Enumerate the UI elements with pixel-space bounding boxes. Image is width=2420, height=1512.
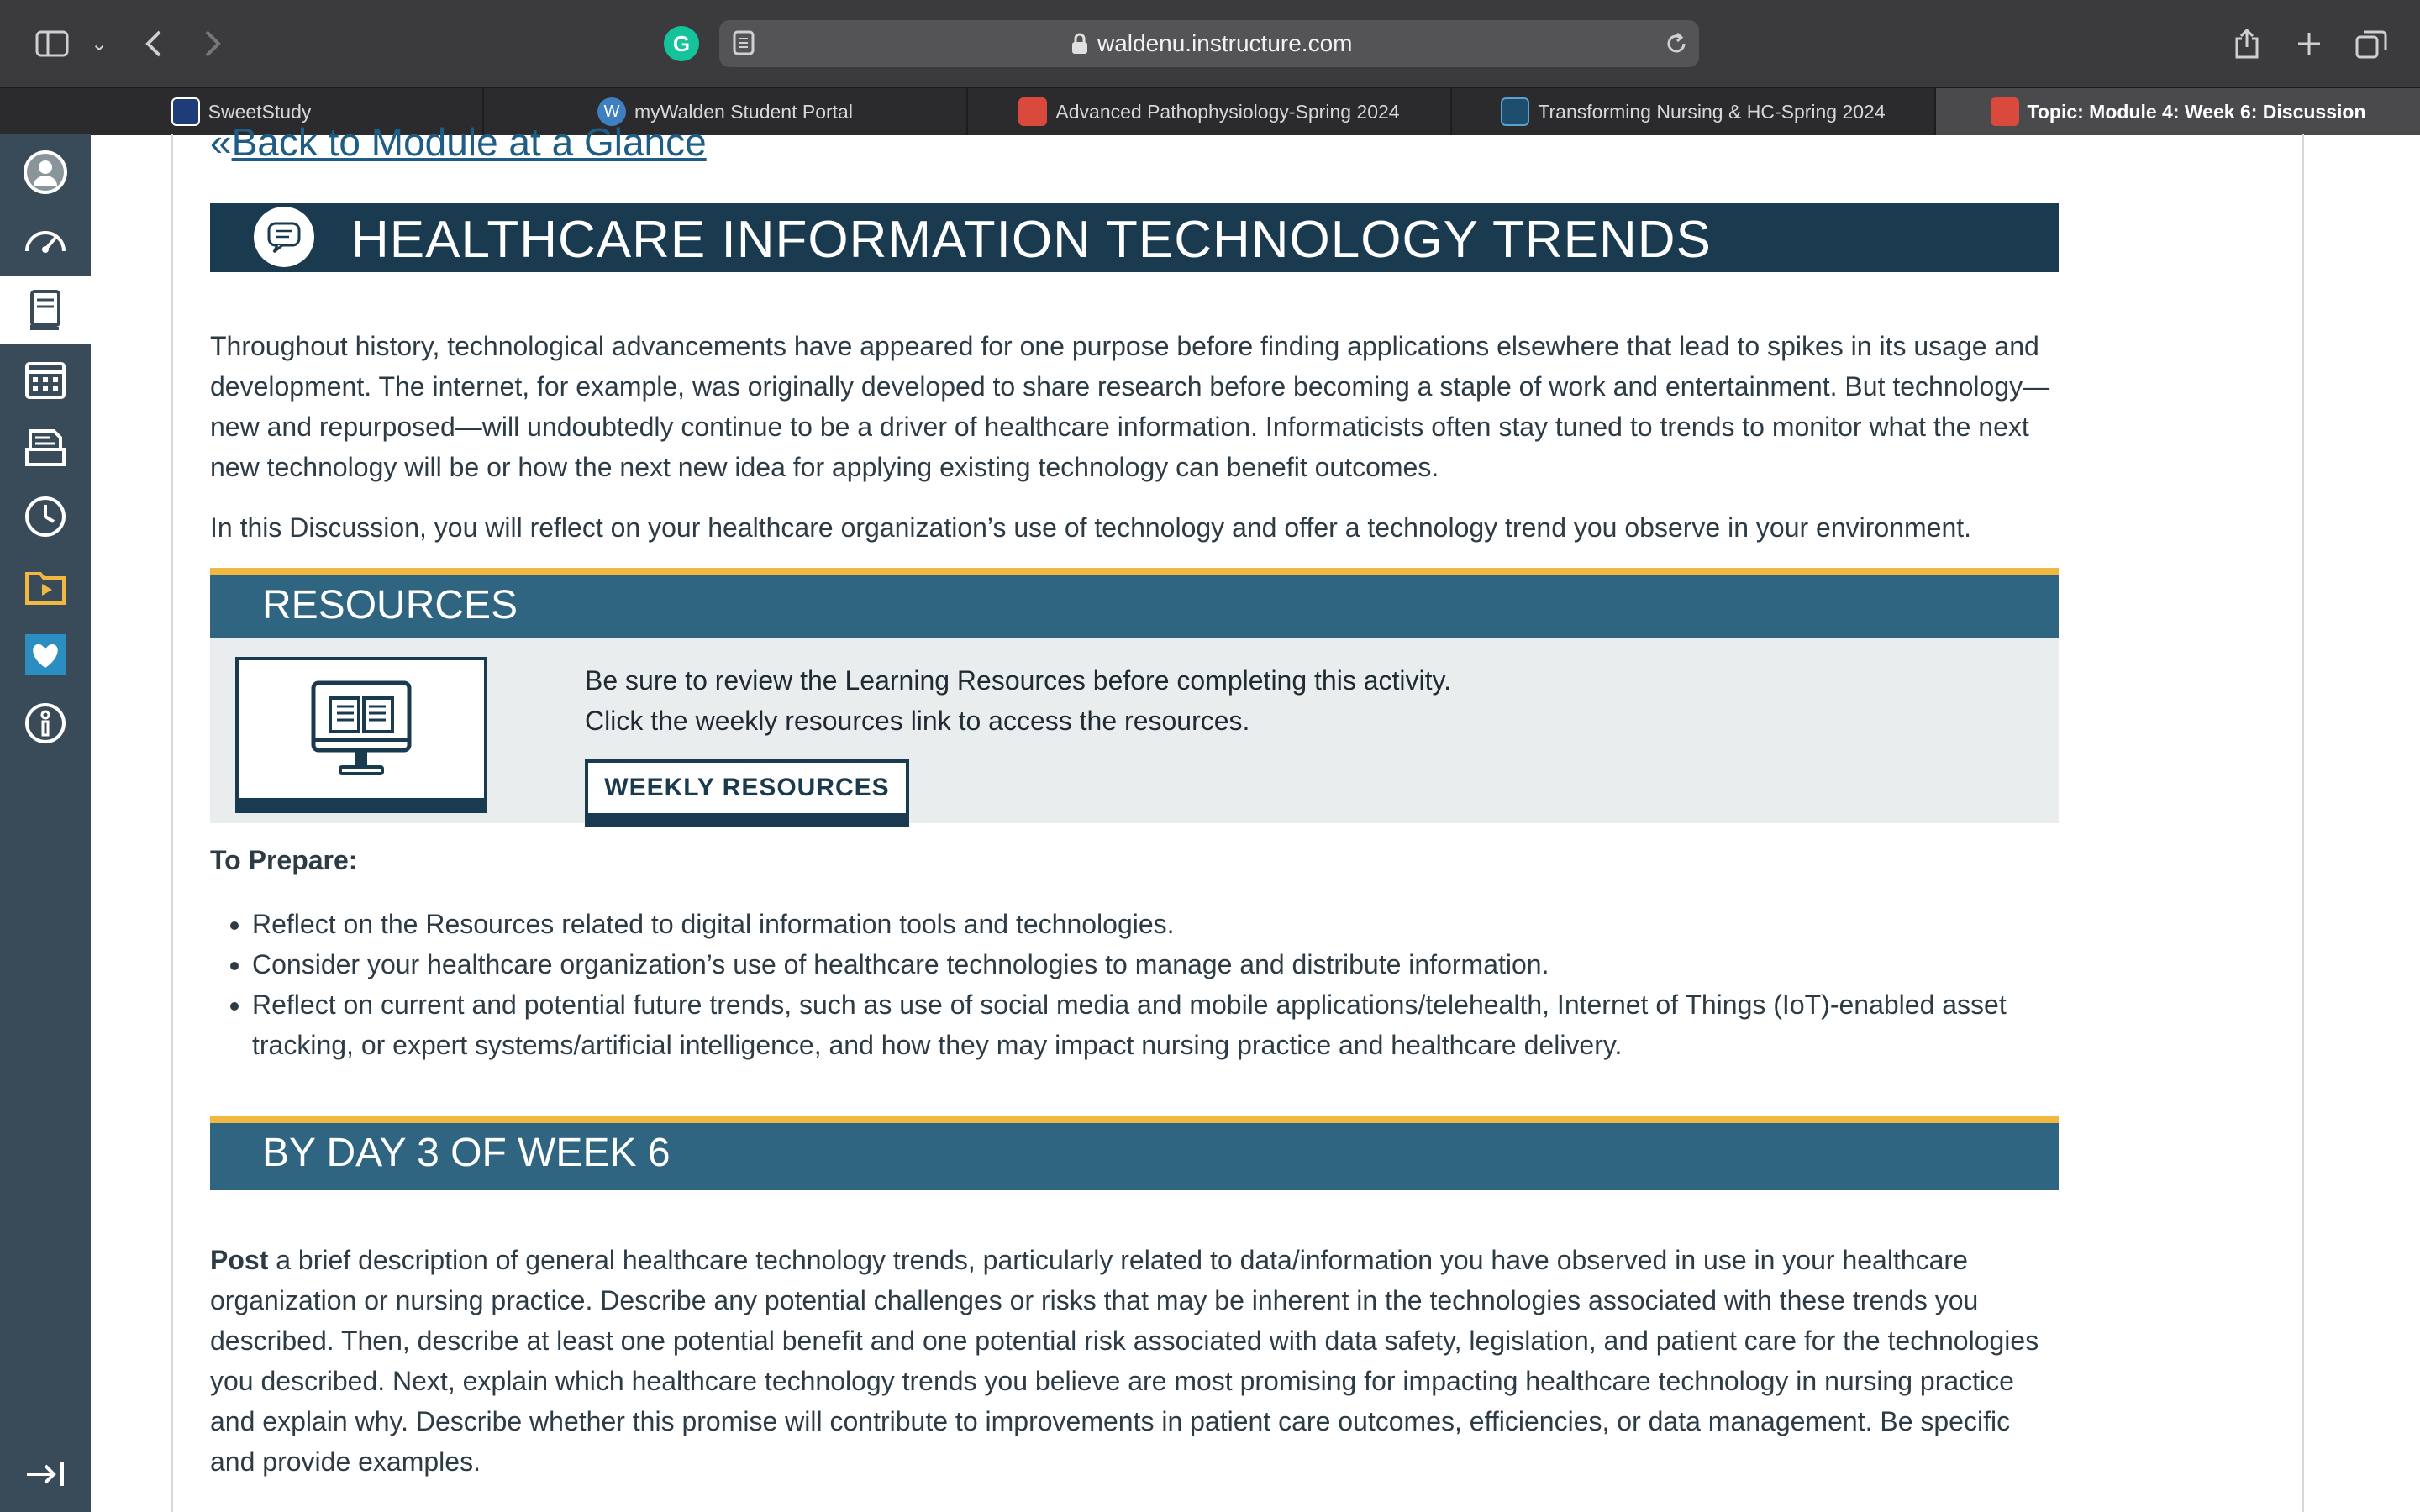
share-icon[interactable] [2228, 25, 2265, 62]
url-text: waldenu.instructure.com [1097, 30, 1353, 56]
day3-heading: BY DAY 3 OF WEEK 6 [262, 1131, 671, 1175]
nav-calendar[interactable] [0, 344, 91, 413]
resources-heading: RESOURCES [262, 583, 518, 627]
global-navigation [0, 134, 91, 1512]
browser-toolbar: ⌄ G waldenu.instructure.com [0, 0, 2420, 87]
address-bar[interactable]: waldenu.instructure.com [719, 20, 1699, 67]
prepare-list: Reflect on the Resources related to digi… [210, 904, 2101, 1065]
day3-banner: BY DAY 3 OF WEEK 6 [210, 1116, 2059, 1190]
help-icon [25, 703, 66, 743]
to-prepare-heading: To Prepare: [210, 845, 358, 875]
reload-icon[interactable] [1664, 30, 1689, 61]
discussion-summary: In this Discussion, you will reflect on … [210, 512, 1972, 543]
nav-courses[interactable] [0, 276, 91, 344]
content-divider [171, 134, 173, 1512]
nav-account[interactable] [0, 138, 91, 207]
tab-advanced-pathophysiology[interactable]: Advanced Pathophysiology-Spring 2024 [968, 88, 1452, 135]
grammarly-icon[interactable]: G [664, 26, 699, 61]
courses-icon [30, 290, 60, 330]
history-icon [25, 496, 66, 537]
computer-book-icon [235, 657, 487, 813]
nav-dashboard[interactable] [0, 207, 91, 276]
inbox-icon [25, 429, 66, 466]
post-instructions: Post a brief description of general heal… [210, 1240, 2059, 1482]
post-text: a brief description of general healthcar… [210, 1245, 2039, 1477]
nav-studio[interactable] [0, 551, 91, 620]
intro-paragraph: Throughout history, technological advanc… [210, 331, 2050, 482]
page-title: HEALTHCARE INFORMATION TECHNOLOGY TRENDS [351, 211, 1712, 269]
nav-history[interactable] [0, 482, 91, 551]
content-divider [2302, 134, 2304, 1512]
nav-commons[interactable] [0, 620, 91, 689]
tab-label: Transforming Nursing & HC-Spring 2024 [1538, 100, 1886, 123]
sweetstudy-favicon-icon [171, 97, 200, 126]
tab-discussion[interactable]: Topic: Module 4: Week 6: Discussion [1936, 88, 2420, 135]
nav-collapse[interactable] [0, 1440, 91, 1509]
canvas-favicon-icon [1990, 97, 2019, 126]
chevron-down-icon[interactable]: ⌄ [81, 25, 118, 62]
calendar-icon [25, 362, 66, 399]
sidebar-toggle-icon[interactable] [34, 25, 71, 62]
commons-icon [25, 634, 66, 675]
nav-help[interactable] [0, 689, 91, 758]
account-icon [24, 150, 67, 194]
tab-transforming-nursing[interactable]: Transforming Nursing & HC-Spring 2024 [1452, 88, 1936, 135]
nav-inbox[interactable] [0, 413, 91, 482]
tab-label: Topic: Module 4: Week 6: Discussion [2027, 100, 2366, 123]
resources-panel: Be sure to review the Learning Resources… [210, 638, 2059, 827]
forward-icon[interactable] [195, 25, 232, 62]
back-icon[interactable] [134, 25, 171, 62]
list-item: Reflect on current and potential future … [252, 984, 2101, 1065]
new-tab-icon[interactable] [2291, 25, 2328, 62]
reader-icon[interactable] [733, 30, 755, 60]
dashboard-icon [25, 231, 66, 253]
resources-instruction: Click the weekly resources link to acces… [585, 706, 1250, 736]
collapse-icon [27, 1462, 64, 1486]
double-chevron-left-icon: « [210, 120, 232, 164]
page-title-banner: HEALTHCARE INFORMATION TECHNOLOGY TRENDS [210, 203, 2059, 272]
walden-course-favicon-icon [1501, 97, 1530, 126]
lock-icon [1071, 32, 1089, 60]
tab-label: Advanced Pathophysiology-Spring 2024 [1055, 100, 1400, 123]
tab-overview-icon[interactable] [2353, 25, 2390, 62]
resources-instruction: Be sure to review the Learning Resources… [585, 665, 1452, 696]
discussion-icon [254, 207, 314, 267]
list-item: Reflect on the Resources related to digi… [252, 904, 2101, 944]
weekly-resources-button[interactable]: WEEKLY RESOURCES [585, 759, 909, 827]
resources-banner: RESOURCES [210, 568, 2059, 643]
studio-icon [25, 572, 66, 605]
post-label: Post [210, 1245, 269, 1275]
list-item: Consider your healthcare organization’s … [252, 944, 2101, 984]
back-to-module-link[interactable]: «Back to Module at a Glance [210, 119, 707, 165]
canvas-favicon-icon [1018, 97, 1048, 126]
